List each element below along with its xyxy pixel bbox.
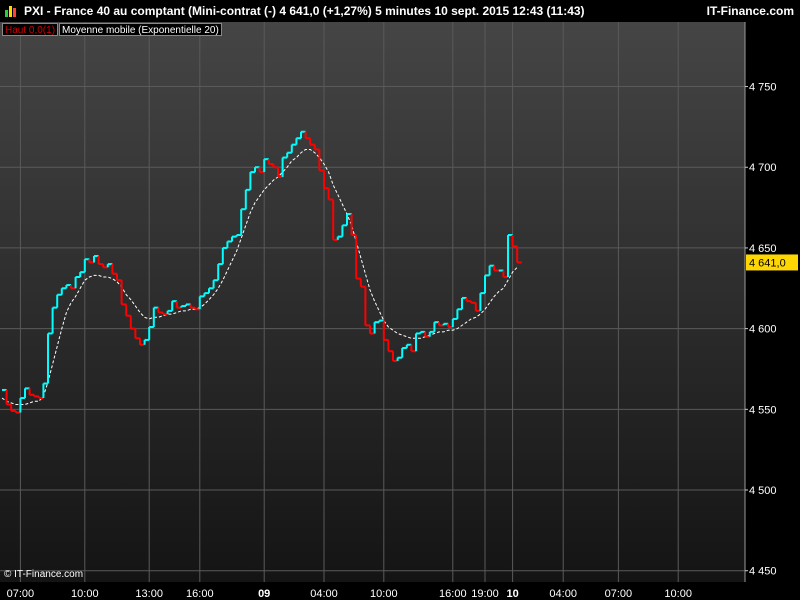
x-tick-label: 04:00 xyxy=(549,588,577,600)
x-tick-label: 16:00 xyxy=(439,588,467,600)
x-tick-label: 13:00 xyxy=(135,588,163,600)
price-step-layer xyxy=(2,130,522,414)
legend-item-haut[interactable]: Haut 0,0(1) xyxy=(2,23,59,36)
x-tick-label: 07:00 xyxy=(7,588,35,600)
last-price-marker: 4 641,0 xyxy=(746,254,798,271)
x-tick-label: 16:00 xyxy=(186,588,214,600)
y-tick-label: 4 700 xyxy=(749,162,777,174)
x-tick-label: 10:00 xyxy=(71,588,99,600)
x-tick-label: 10:00 xyxy=(370,588,398,600)
x-tick-label: 19:00 xyxy=(471,588,499,600)
y-tick-label: 4 500 xyxy=(749,485,777,497)
x-tick-label: 09 xyxy=(258,588,270,600)
legend-item-ema[interactable]: Moyenne mobile (Exponentielle 20) xyxy=(59,23,222,36)
copyright-text: © IT-Finance.com xyxy=(4,569,84,580)
y-tick-label: 4 750 xyxy=(749,82,777,94)
last-price-label: 4 641,0 xyxy=(749,257,786,269)
y-tick-label: 4 550 xyxy=(749,404,777,416)
x-tick-label: 04:00 xyxy=(310,588,338,600)
y-axis-labels: 4 450 4 500 4 550 4 600 4 650 4 700 4 750 xyxy=(745,82,777,578)
indicator-legend: Haut 0,0(1) Moyenne mobile (Exponentiell… xyxy=(2,23,223,36)
price-chart-svg[interactable]: 4 450 4 500 4 550 4 600 4 650 4 700 4 750 07:0… xyxy=(0,0,800,600)
x-tick-label: 10:00 xyxy=(664,588,692,600)
x-axis-labels: 07:00 10:00 13:00 16:00 09 04:00 10:00 16:00 19:… xyxy=(7,588,692,600)
y-tick-label: 4 650 xyxy=(749,243,777,255)
x-tick-label: 10 xyxy=(506,588,518,600)
chart-window: PXI - France 40 au comptant (Mini-contra… xyxy=(0,0,800,600)
y-tick-label: 4 450 xyxy=(749,566,777,578)
y-tick-label: 4 600 xyxy=(749,324,777,336)
grid-lines xyxy=(0,22,746,582)
x-tick-label: 07:00 xyxy=(605,588,633,600)
